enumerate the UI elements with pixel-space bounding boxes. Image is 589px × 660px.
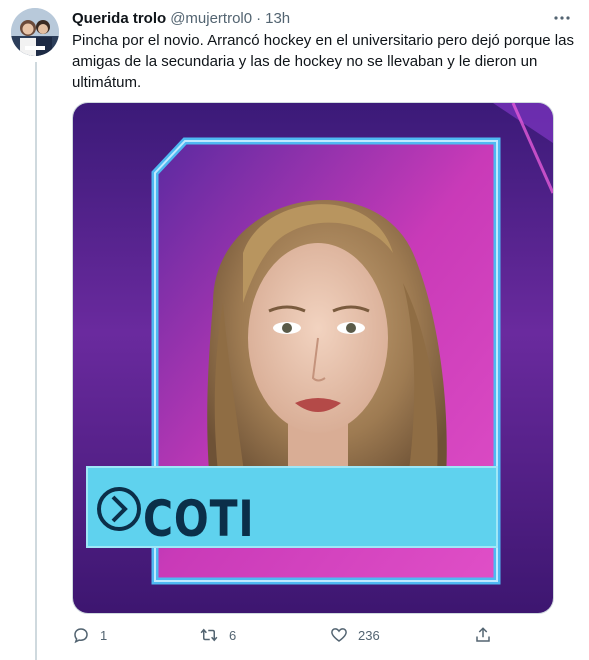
- retweet-button[interactable]: 6: [199, 624, 236, 646]
- media-name-label: COTI: [143, 490, 255, 548]
- tweet-header: Querida trolo @mujertrol0 · 13h: [72, 7, 573, 29]
- like-button[interactable]: 236: [330, 624, 380, 646]
- avatar[interactable]: [11, 8, 59, 56]
- like-count: 236: [358, 627, 380, 643]
- user-handle[interactable]: @mujertrol0: [170, 10, 252, 27]
- separator-dot: ·: [256, 9, 262, 27]
- thread-line: [35, 62, 37, 660]
- retweet-count: 6: [229, 627, 237, 643]
- share-button[interactable]: [474, 624, 502, 646]
- heart-icon: [331, 628, 347, 642]
- display-name[interactable]: Querida trolo: [72, 10, 166, 27]
- reply-count: 1: [100, 627, 108, 643]
- more-dots-icon[interactable]: [551, 7, 573, 29]
- reply-icon: [74, 628, 88, 644]
- tweet-actions: 1 6 236: [72, 624, 502, 646]
- tweet-text: Pincha por el novio. Arrancó hockey en e…: [72, 32, 574, 91]
- reply-button[interactable]: 1: [72, 624, 107, 646]
- retweet-icon: [200, 628, 218, 642]
- timestamp[interactable]: 13h: [265, 10, 290, 27]
- share-icon: [476, 627, 490, 642]
